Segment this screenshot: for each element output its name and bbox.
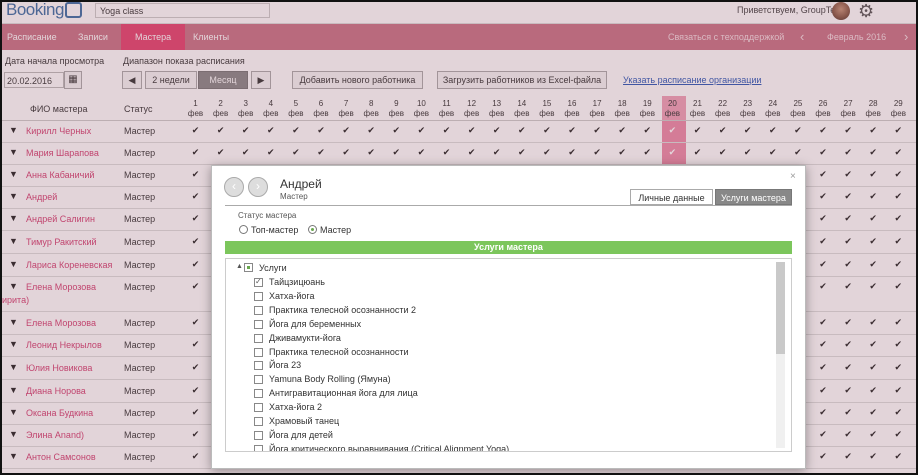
app: Booking Yoga class Приветствуем, GroupTe…	[0, 0, 918, 475]
screen-frame	[0, 0, 918, 475]
